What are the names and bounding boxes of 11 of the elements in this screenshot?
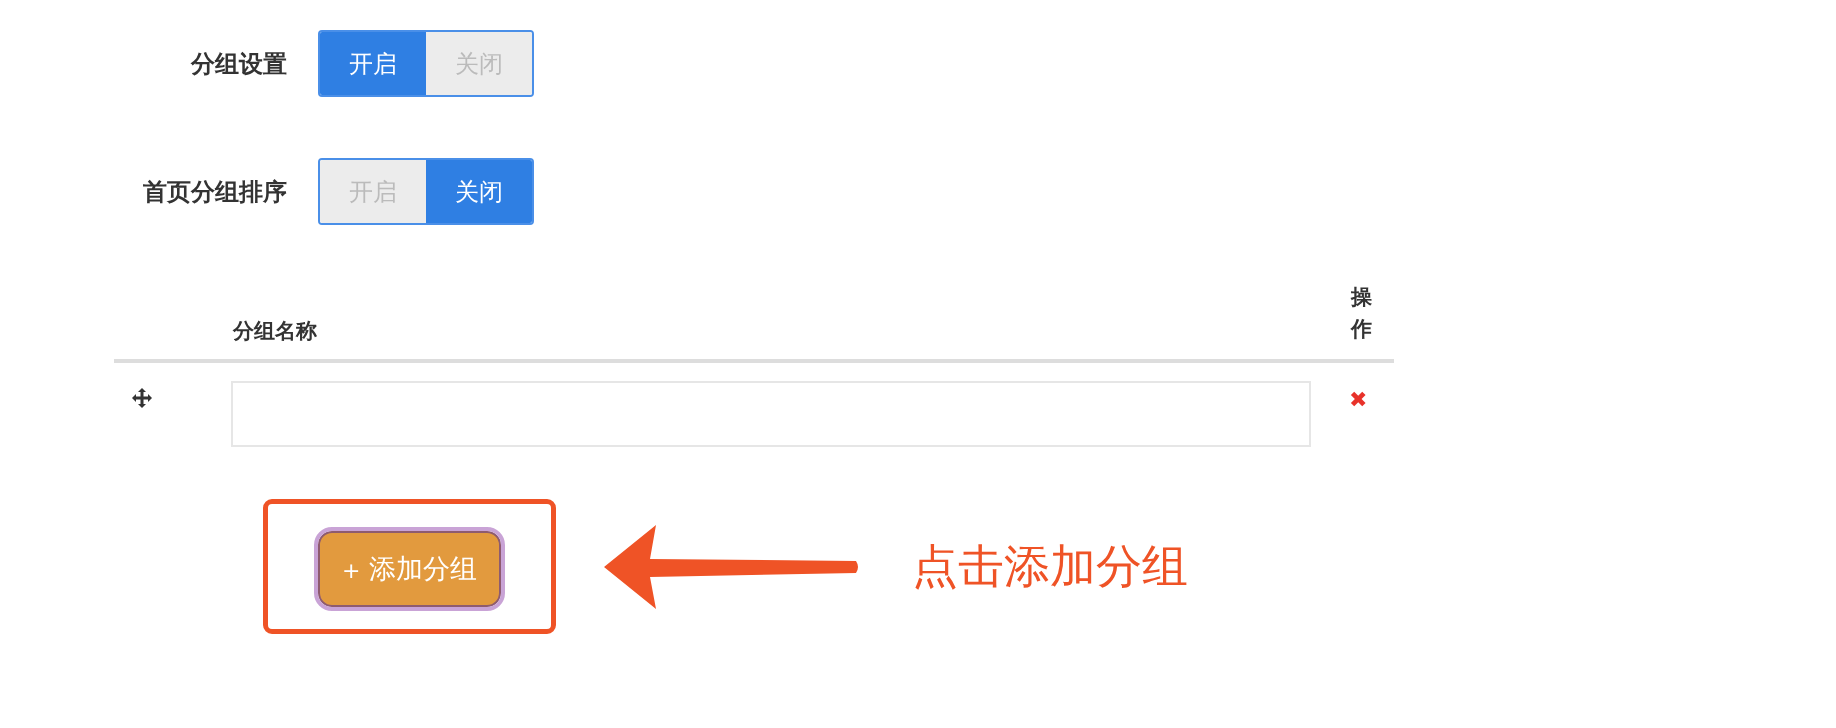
setting-label: 首页分组排序 [142, 176, 287, 208]
input-field[interactable] [231, 381, 1311, 447]
column-header: 分组名称 [233, 318, 317, 345]
annotation-text: 点击添加分组 [912, 537, 1189, 595]
setting-label: 分组设置 [189, 48, 287, 80]
move-icon[interactable] [131, 387, 153, 409]
toggle-option[interactable]: 开启 [320, 32, 426, 95]
toggle-option[interactable]: 关闭 [426, 160, 532, 223]
arrow-icon [604, 524, 861, 609]
column-header: 操作 [1351, 284, 1372, 343]
delete-icon[interactable]: ✖ [1349, 387, 1368, 412]
